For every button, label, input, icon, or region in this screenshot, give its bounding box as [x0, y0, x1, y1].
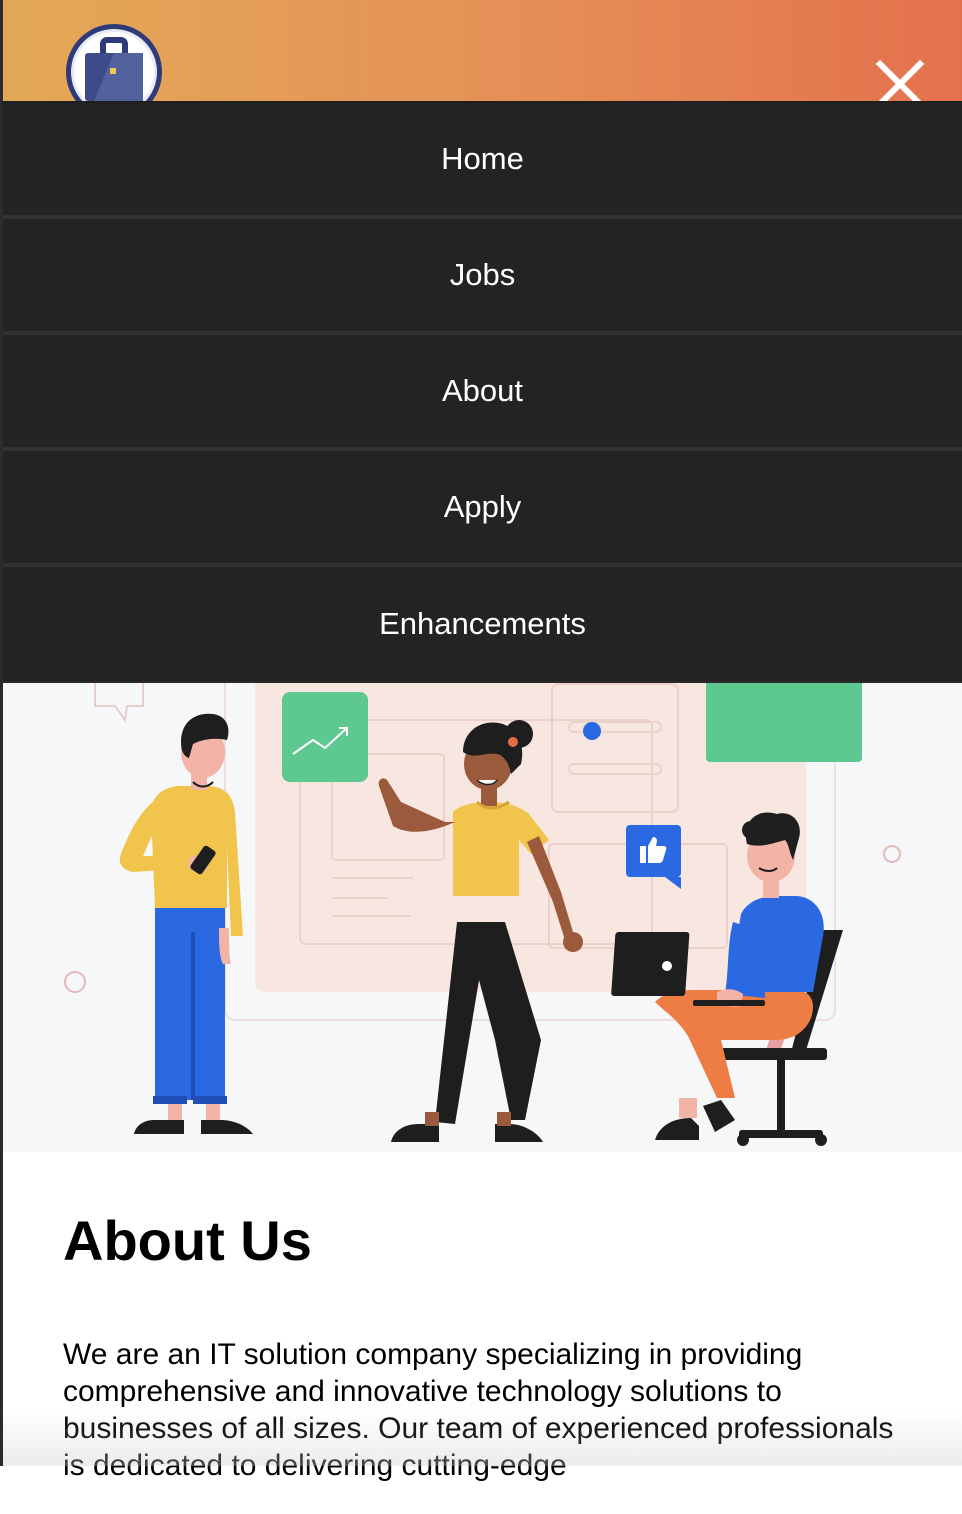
close-menu-button[interactable] — [874, 58, 928, 101]
page-title: About Us — [63, 1209, 312, 1272]
nav-item-apply[interactable]: Apply — [3, 451, 962, 567]
logo[interactable] — [64, 22, 164, 101]
mobile-nav-menu: Home Jobs About Apply Enhancements — [3, 103, 962, 683]
hero-illustration — [3, 682, 962, 1152]
nav-item-enhancements[interactable]: Enhancements — [3, 567, 962, 683]
nav-item-home[interactable]: Home — [3, 103, 962, 219]
site-header — [0, 0, 962, 103]
nav-item-jobs[interactable]: Jobs — [3, 219, 962, 335]
about-description: We are an IT solution company specializi… — [63, 1338, 894, 1482]
close-icon — [875, 59, 925, 101]
window-edge — [0, 0, 3, 1466]
about-section: About Us We are an IT solution company s… — [63, 1152, 923, 1514]
nav-item-about[interactable]: About — [3, 335, 962, 451]
briefcase-icon — [66, 24, 162, 101]
team-collaboration-illustration — [64, 682, 901, 1146]
